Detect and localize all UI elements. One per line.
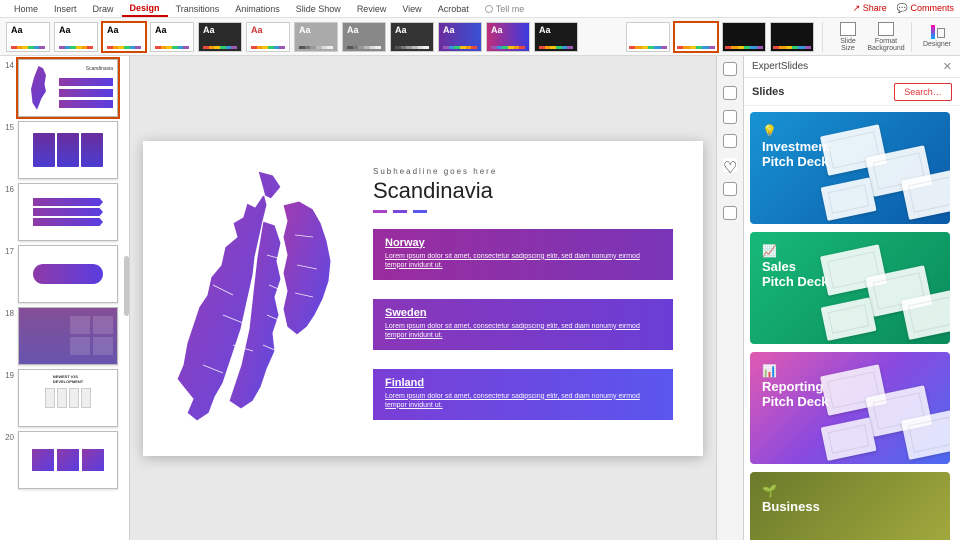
- country-box-norway[interactable]: Norway Lorem ipsum dolor sit amet, conse…: [373, 229, 673, 281]
- thumb-number: 16: [2, 183, 14, 194]
- tell-me-search[interactable]: Tell me: [477, 0, 533, 17]
- tab-slideshow[interactable]: Slide Show: [288, 0, 349, 17]
- thumbnail-20[interactable]: [18, 431, 118, 489]
- thumbnail-14[interactable]: Scandinavia: [18, 59, 118, 117]
- sidepanel-close-icon[interactable]: ✕: [943, 60, 952, 73]
- variant-3[interactable]: [722, 22, 766, 52]
- lightbulb-icon: [485, 5, 493, 13]
- theme-11[interactable]: Aa: [486, 22, 530, 52]
- country-box-sweden[interactable]: Sweden Lorem ipsum dolor sit amet, conse…: [373, 299, 673, 351]
- theme-6[interactable]: Aa: [246, 22, 290, 52]
- rail-list-icon[interactable]: [723, 182, 737, 196]
- thumbnail-16[interactable]: [18, 183, 118, 241]
- designer-icon: [929, 25, 945, 39]
- tab-design[interactable]: Design: [122, 0, 168, 17]
- thumbnail-19[interactable]: NEWEST iOS DEVELOPMENT: [18, 369, 118, 427]
- country-text: Lorem ipsum dolor sit amet, consectetur …: [385, 322, 661, 341]
- thumb-number: 19: [2, 369, 14, 380]
- country-name: Sweden: [385, 307, 661, 319]
- sidepanel-search-input[interactable]: Search…: [894, 83, 952, 101]
- tab-animations[interactable]: Animations: [227, 0, 288, 17]
- variant-2-selected[interactable]: [674, 22, 718, 52]
- sidepanel-tab-slides[interactable]: Slides: [752, 86, 784, 98]
- expertslides-panel: ExpertSlides ✕ Slides Search… 💡 Investme…: [744, 56, 960, 540]
- tell-me-label: Tell me: [496, 4, 525, 14]
- theme-12[interactable]: Aa: [534, 22, 578, 52]
- country-text: Lorem ipsum dolor sit amet, consectetur …: [385, 252, 661, 271]
- tab-review[interactable]: Review: [349, 0, 395, 17]
- rail-grid-icon[interactable]: [723, 86, 737, 100]
- tab-home[interactable]: Home: [6, 0, 46, 17]
- theme-8[interactable]: Aa: [342, 22, 386, 52]
- theme-9[interactable]: Aa: [390, 22, 434, 52]
- country-name: Finland: [385, 377, 661, 389]
- thumb-number: 20: [2, 431, 14, 442]
- sidepanel-title: ExpertSlides: [752, 61, 808, 72]
- deck-reporting[interactable]: 📊 ReportingPitch Deck: [750, 352, 950, 464]
- tab-transitions[interactable]: Transitions: [168, 0, 228, 17]
- tab-draw[interactable]: Draw: [85, 0, 122, 17]
- variant-4[interactable]: [770, 22, 814, 52]
- country-box-finland[interactable]: Finland Lorem ipsum dolor sit amet, cons…: [373, 369, 673, 421]
- sidepanel-icon-rail: ♡: [716, 56, 744, 540]
- theme-5[interactable]: Aa: [198, 22, 242, 52]
- title-underline: [373, 210, 673, 213]
- rail-layers-icon[interactable]: [723, 110, 737, 124]
- format-background-button[interactable]: Format Background: [869, 20, 903, 54]
- variant-1[interactable]: [626, 22, 670, 52]
- slide-content[interactable]: Subheadline goes here Scandinavia: [143, 141, 703, 456]
- thumbnail-17[interactable]: [18, 245, 118, 303]
- theme-2[interactable]: Aa: [54, 22, 98, 52]
- growth-icon: 🌱: [762, 484, 938, 498]
- theme-office[interactable]: Aa: [6, 22, 50, 52]
- rail-home-icon[interactable]: [723, 62, 737, 76]
- slide-thumbnails-panel: 14 Scandinavia 15 16 17 18 19 NEWEST: [0, 56, 130, 540]
- share-button[interactable]: ↗ Share: [853, 3, 887, 14]
- theme-7[interactable]: Aa: [294, 22, 338, 52]
- ribbon-themes: Aa Aa Aa Aa Aa Aa Aa Aa Aa Aa Aa Aa Slid…: [0, 18, 960, 56]
- rail-heart-icon[interactable]: ♡: [723, 158, 737, 172]
- slide-subheadline[interactable]: Subheadline goes here: [373, 167, 673, 176]
- designer-button[interactable]: Designer: [920, 20, 954, 54]
- deck-investment[interactable]: 💡 InvestmentPitch Deck: [750, 112, 950, 224]
- thumb-number: 17: [2, 245, 14, 256]
- thumbnails-scrollbar[interactable]: [124, 256, 129, 316]
- thumbnail-15[interactable]: [18, 121, 118, 179]
- deck-business[interactable]: 🌱 Business: [750, 472, 950, 540]
- rail-folder-icon[interactable]: [723, 206, 737, 220]
- thumbnail-18[interactable]: [18, 307, 118, 365]
- format-bg-icon: [878, 22, 894, 36]
- scandinavia-map[interactable]: [163, 165, 343, 435]
- slide-canvas[interactable]: Subheadline goes here Scandinavia: [130, 56, 716, 540]
- tab-acrobat[interactable]: Acrobat: [430, 0, 477, 17]
- theme-4[interactable]: Aa: [150, 22, 194, 52]
- rail-settings-icon[interactable]: [723, 134, 737, 148]
- slide-title[interactable]: Scandinavia: [373, 178, 673, 204]
- thumb-number: 14: [2, 59, 14, 70]
- theme-10[interactable]: Aa: [438, 22, 482, 52]
- country-name: Norway: [385, 237, 661, 249]
- slide-size-button[interactable]: Slide Size: [831, 20, 865, 54]
- deck-sales[interactable]: 📈 SalesPitch Deck: [750, 232, 950, 344]
- theme-3-selected[interactable]: Aa: [102, 22, 146, 52]
- ribbon-tabs: Home Insert Draw Design Transitions Anim…: [0, 0, 960, 18]
- comments-button[interactable]: 💬 Comments: [897, 3, 954, 14]
- slide-size-icon: [840, 22, 856, 36]
- tab-insert[interactable]: Insert: [46, 0, 85, 17]
- thumb-number: 15: [2, 121, 14, 132]
- main-area: 14 Scandinavia 15 16 17 18 19 NEWEST: [0, 56, 960, 540]
- tab-view[interactable]: View: [394, 0, 429, 17]
- country-text: Lorem ipsum dolor sit amet, consectetur …: [385, 392, 661, 411]
- thumb-number: 18: [2, 307, 14, 318]
